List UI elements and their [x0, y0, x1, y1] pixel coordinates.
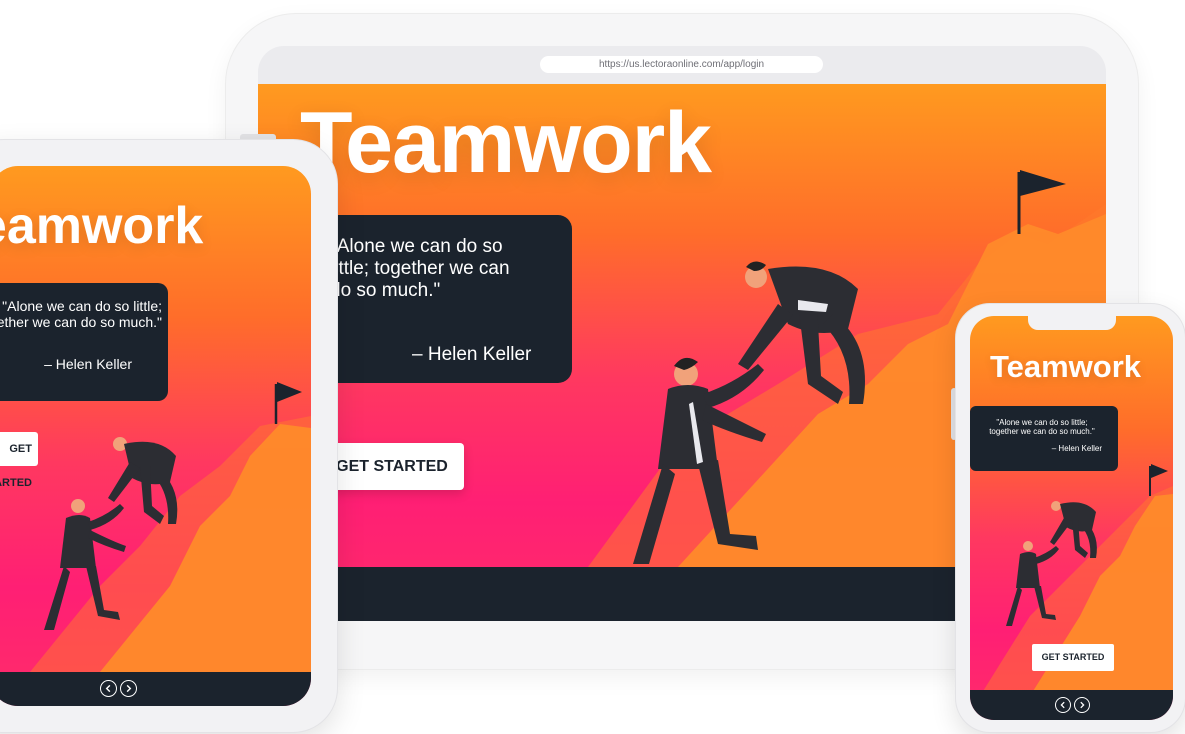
address-bar[interactable]: https://us.lectoraonline.com/app/login [540, 56, 823, 73]
tablet-quote-author: – Helen Keller [44, 356, 132, 372]
phone-notch [1028, 313, 1116, 330]
desktop-quote-text: "Alone we can do so little; together we … [330, 236, 510, 301]
tablet-slide-title: Teamwork [0, 197, 204, 255]
tablet-footer-bar [0, 672, 311, 706]
tablet-nav [100, 680, 137, 698]
chevron-right-icon[interactable] [120, 680, 137, 697]
phone-quote-text: "Alone we can do so little; together we … [989, 418, 1095, 436]
phone-quote-card [970, 406, 1118, 471]
phone-quote-author: – Helen Keller [1051, 444, 1102, 453]
phone-get-started-button[interactable]: GET STARTED [1032, 644, 1114, 671]
desktop-get-started-button[interactable]: GET STARTED [320, 443, 464, 490]
phone-nav [1055, 697, 1090, 713]
chevron-left-icon[interactable] [1055, 697, 1071, 713]
tablet-quote-text: "Alone we can do so little; together we … [0, 298, 162, 330]
tablet-get-started-button[interactable]: GET STARTED [0, 432, 38, 489]
desktop-slide-title: Teamwork [300, 95, 712, 191]
chevron-right-icon[interactable] [1074, 697, 1090, 713]
desktop-quote-author: – Helen Keller [412, 344, 532, 365]
chevron-left-icon[interactable] [100, 680, 117, 697]
phone-slide-title: Teamwork [990, 349, 1142, 384]
